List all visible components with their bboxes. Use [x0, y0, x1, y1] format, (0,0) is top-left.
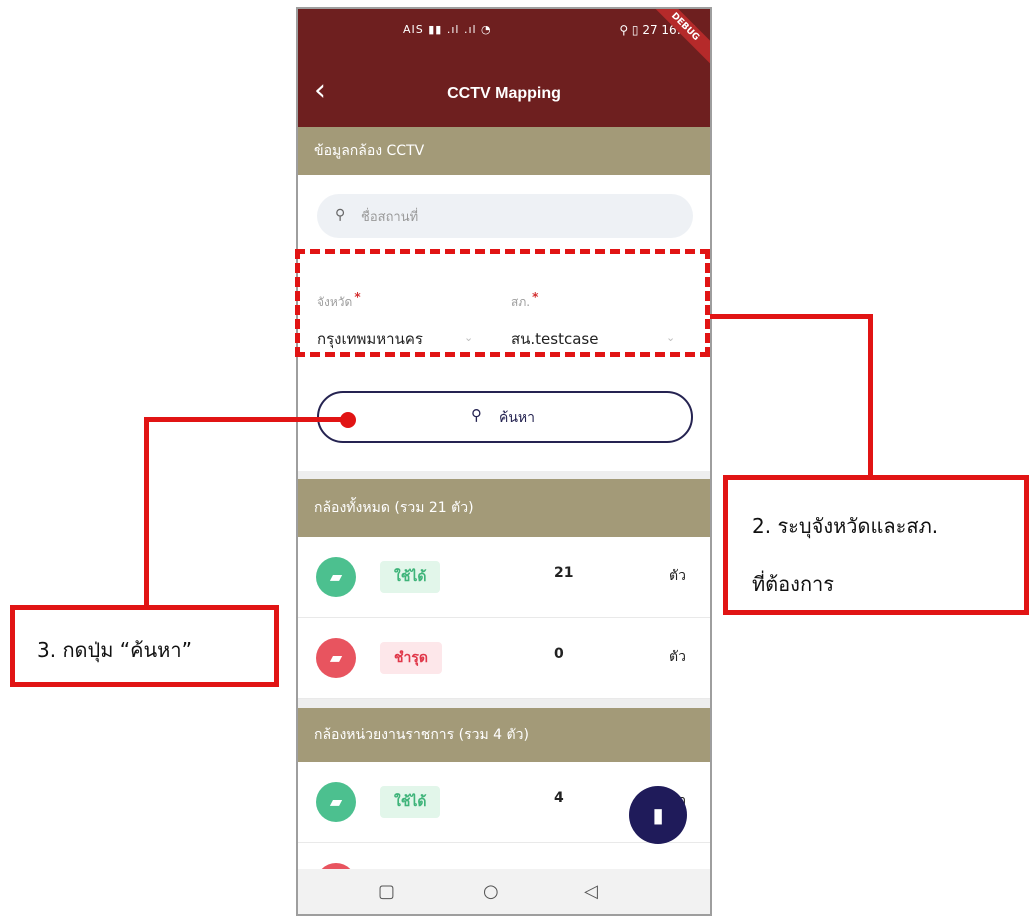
back-triangle-icon[interactable]: ◁: [584, 881, 598, 902]
search-placeholder: ชื่อสถานที่: [361, 210, 419, 225]
camera-count: 4: [554, 790, 564, 806]
count-unit: ตัว: [669, 649, 686, 665]
search-button[interactable]: ⚲ ค้นหา: [317, 391, 693, 443]
all-cameras-header: กล้องทั้งหมด (รวม 21 ตัว): [298, 479, 710, 537]
status-badge: ชำรุด: [380, 642, 442, 674]
status-badge: ใช้ได้: [380, 561, 441, 593]
step3-text: 3. กดปุ่ม “ค้นหา”: [37, 638, 192, 662]
camera-count: 21: [554, 565, 574, 581]
annotation-line: [868, 314, 873, 475]
status-bar: AIS ▮▮ .ıl .ıl ◔ ⚲ ▯ 27 16:46 DEBUG: [298, 9, 710, 72]
camera-info-header: ข้อมูลกล้อง CCTV: [298, 127, 710, 175]
page-title: CCTV Mapping: [447, 85, 561, 102]
phone-screen: AIS ▮▮ .ıl .ıl ◔ ⚲ ▯ 27 16:46 DEBUG ‹ CC…: [296, 7, 712, 916]
cctv-camera-icon: ▰: [316, 638, 356, 678]
debug-ribbon: DEBUG: [640, 9, 710, 72]
cctv-camera-icon: ▰: [316, 557, 356, 597]
search-icon: ⚲: [471, 406, 482, 424]
camera-count: 0: [554, 646, 564, 662]
search-icon: ⚲: [335, 207, 346, 223]
annotation-line: [710, 314, 872, 319]
annotation-line: [144, 417, 149, 607]
annotation-line: [144, 417, 344, 422]
search-input[interactable]: ⚲ ชื่อสถานที่: [317, 194, 693, 238]
status-badge: ใช้ได้: [380, 786, 441, 818]
step2-annotation-box: 2. ระบุจังหวัดและสภ. ที่ต้องการ: [723, 475, 1029, 615]
app-bar: ‹ CCTV Mapping: [298, 64, 710, 127]
step2-text-line1: 2. ระบุจังหวัดและสภ.: [752, 514, 939, 538]
step2-text-line2: ที่ต้องการ: [752, 572, 835, 596]
highlight-dashed-box: [295, 249, 710, 357]
step3-annotation-box: 3. กดปุ่ม “ค้นหา”: [10, 605, 279, 687]
list-item[interactable]: ▰ ชำรุด 0 ตัว: [298, 618, 710, 699]
cctv-camera-icon: ▰: [316, 782, 356, 822]
count-unit: ตัว: [669, 568, 686, 584]
system-nav-bar: ▢ ○ ◁: [298, 869, 710, 914]
recent-apps-icon[interactable]: ▢: [378, 881, 395, 902]
gov-cameras-header: กล้องหน่วยงานราชการ (รวม 4 ตัว): [298, 708, 710, 762]
list-item[interactable]: ▰ ใช้ได้ 21 ตัว: [298, 537, 710, 618]
status-signal-icons: AIS ▮▮ .ıl .ıl ◔: [403, 23, 492, 36]
map-fab-button[interactable]: ▮: [629, 786, 687, 844]
home-icon[interactable]: ○: [483, 881, 499, 902]
map-icon: ▮: [652, 803, 664, 827]
search-button-label: ค้นหา: [499, 410, 536, 426]
